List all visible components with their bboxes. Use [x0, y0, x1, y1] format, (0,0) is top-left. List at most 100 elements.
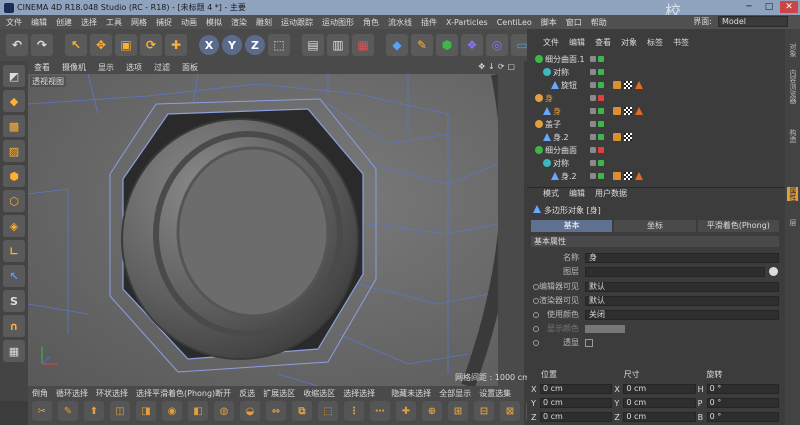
edges-mode-icon[interactable]: ⬡: [3, 190, 25, 212]
menu-x-particles[interactable]: X-Particles: [446, 18, 488, 27]
rotation-p-field[interactable]: 0 °: [706, 398, 779, 408]
editor-visible-select[interactable]: 默认: [585, 281, 779, 292]
undo-icon[interactable]: ↶: [6, 34, 28, 56]
animate-dot-icon[interactable]: [533, 325, 539, 332]
texture-tag-icon[interactable]: [624, 172, 632, 180]
size-y-field[interactable]: 0 cm: [623, 398, 696, 408]
tree-item-knob[interactable]: 旋钮: [535, 79, 775, 91]
side-tab-objects[interactable]: 对象: [787, 43, 798, 57]
extrude-inner-icon[interactable]: ◫: [110, 401, 130, 421]
layer-field[interactable]: [585, 266, 765, 277]
shrink-selection-button[interactable]: 收缩选区: [301, 387, 337, 400]
menu-file[interactable]: 文件: [6, 17, 22, 28]
workplane-icon[interactable]: ▨: [3, 140, 25, 162]
phong-tag-icon[interactable]: [613, 81, 621, 89]
render-settings-icon[interactable]: ▦: [352, 34, 374, 56]
model-mode-icon[interactable]: ◆: [3, 90, 25, 112]
minimize-button[interactable]: ─: [740, 1, 758, 13]
viewport-nav-icons[interactable]: ✥↓⟳▢: [478, 62, 518, 71]
menu-mograph[interactable]: 运动图形: [322, 17, 354, 28]
display-color-swatch[interactable]: [585, 324, 625, 333]
select-connected-button[interactable]: 选择选择: [341, 387, 377, 400]
phong-tag-icon[interactable]: [613, 133, 621, 141]
set-selection-button[interactable]: 设置选集: [477, 387, 513, 400]
menu-render[interactable]: 渲染: [231, 17, 247, 28]
tree-item-body[interactable]: 身: [535, 92, 775, 104]
xray-checkbox[interactable]: [585, 338, 593, 347]
rotation-b-field[interactable]: 0 °: [706, 412, 779, 422]
mirror-icon[interactable]: ◧: [188, 401, 208, 421]
size-z-field[interactable]: 0 cm: [623, 412, 696, 422]
warning-tag-icon[interactable]: [635, 172, 643, 180]
coordinate-system-icon[interactable]: ⬚: [268, 34, 290, 56]
side-tab-attributes[interactable]: 属性: [787, 187, 798, 201]
tree-item-body-2[interactable]: 身.2: [535, 131, 775, 143]
animate-dot-icon[interactable]: [533, 283, 539, 290]
stitch-icon[interactable]: ⧉: [292, 401, 312, 421]
menu-help[interactable]: 帮助: [591, 17, 607, 28]
animate-dot-icon[interactable]: [533, 311, 539, 318]
menu-character[interactable]: 角色: [363, 17, 379, 28]
recent-tool-icon[interactable]: ✚: [165, 34, 187, 56]
menu-snap[interactable]: 捕捉: [156, 17, 172, 28]
side-tab-layers[interactable]: 层: [787, 219, 798, 226]
warning-tag-icon[interactable]: [635, 107, 643, 115]
viewport-menu-filter[interactable]: 过滤: [154, 62, 170, 73]
layer-picker-icon[interactable]: [769, 267, 778, 276]
points-mode-icon[interactable]: ⬢: [3, 165, 25, 187]
position-x-field[interactable]: 0 cm: [540, 384, 613, 394]
visibility-toggles[interactable]: [590, 173, 604, 179]
menu-select[interactable]: 选择: [81, 17, 97, 28]
unhide-all-button[interactable]: 全部显示: [437, 387, 473, 400]
viewport-menu-display[interactable]: 显示: [98, 62, 114, 73]
menu-create[interactable]: 创建: [56, 17, 72, 28]
menu-pipeline[interactable]: 流水线: [388, 17, 412, 28]
iron-icon[interactable]: ◒: [240, 401, 260, 421]
visibility-toggles[interactable]: [590, 82, 604, 88]
invert-selection-button[interactable]: 反选: [237, 387, 257, 400]
am-menu-mode[interactable]: 模式: [543, 188, 559, 198]
close-button[interactable]: ✕: [780, 1, 798, 13]
visibility-toggles[interactable]: [590, 147, 604, 153]
viewport-menu-panel[interactable]: 面板: [182, 62, 198, 73]
redo-icon[interactable]: ↷: [31, 34, 53, 56]
weld-icon[interactable]: ◉: [162, 401, 182, 421]
section-basic-properties[interactable]: 基本属性: [531, 236, 779, 247]
om-menu-edit[interactable]: 编辑: [569, 37, 585, 49]
extrude-icon[interactable]: ⬆: [84, 401, 104, 421]
smooth-icon[interactable]: ◍: [214, 401, 234, 421]
pen-spline-icon[interactable]: ✎: [411, 34, 433, 56]
om-menu-tags[interactable]: 标签: [647, 37, 663, 49]
menu-plugins[interactable]: 插件: [421, 17, 437, 28]
maximize-button[interactable]: □: [760, 1, 778, 13]
menu-simulate[interactable]: 模拟: [206, 17, 222, 28]
dissolve-icon[interactable]: ⬚: [318, 401, 338, 421]
ring-selection-button[interactable]: 环状选择: [94, 387, 130, 400]
menu-edit[interactable]: 编辑: [31, 17, 47, 28]
tree-item-body-child[interactable]: 身: [535, 105, 775, 117]
texture-tag-icon[interactable]: [624, 107, 632, 115]
tab-coordinates[interactable]: 坐标: [614, 220, 696, 232]
bevel-button[interactable]: 倒角: [30, 387, 50, 400]
viewport-menu-options[interactable]: 选项: [126, 62, 142, 73]
side-tab-content-browser[interactable]: 内容浏览器: [787, 69, 798, 104]
phong-break-selection-button[interactable]: 选择平滑着色(Phong)断开: [134, 387, 233, 400]
subdivision-surface-icon[interactable]: ⬢: [436, 34, 458, 56]
render-view-icon[interactable]: ▤: [302, 34, 324, 56]
z-axis-icon[interactable]: Z: [245, 35, 265, 55]
menu-centileo[interactable]: CentiLeo: [497, 18, 532, 27]
knife-icon[interactable]: ✂: [32, 401, 52, 421]
polygons-mode-icon[interactable]: ◈: [3, 215, 25, 237]
menu-script[interactable]: 脚本: [541, 17, 557, 28]
menu-sculpt[interactable]: 雕刻: [256, 17, 272, 28]
optimize-icon[interactable]: ✚: [396, 401, 416, 421]
grow-selection-button[interactable]: 扩展选区: [261, 387, 297, 400]
position-y-field[interactable]: 0 cm: [540, 398, 613, 408]
texture-mode-icon[interactable]: ▩: [3, 115, 25, 137]
texture-tag-icon[interactable]: [624, 81, 632, 89]
render-picture-viewer-icon[interactable]: ▥: [327, 34, 349, 56]
tree-item-subdivision-1[interactable]: 细分曲面.1: [535, 53, 775, 65]
tweak-mode-icon[interactable]: ↖: [3, 265, 25, 287]
magnet-icon[interactable]: ∩: [3, 315, 25, 337]
menu-motion-tracking[interactable]: 运动跟踪: [281, 17, 313, 28]
